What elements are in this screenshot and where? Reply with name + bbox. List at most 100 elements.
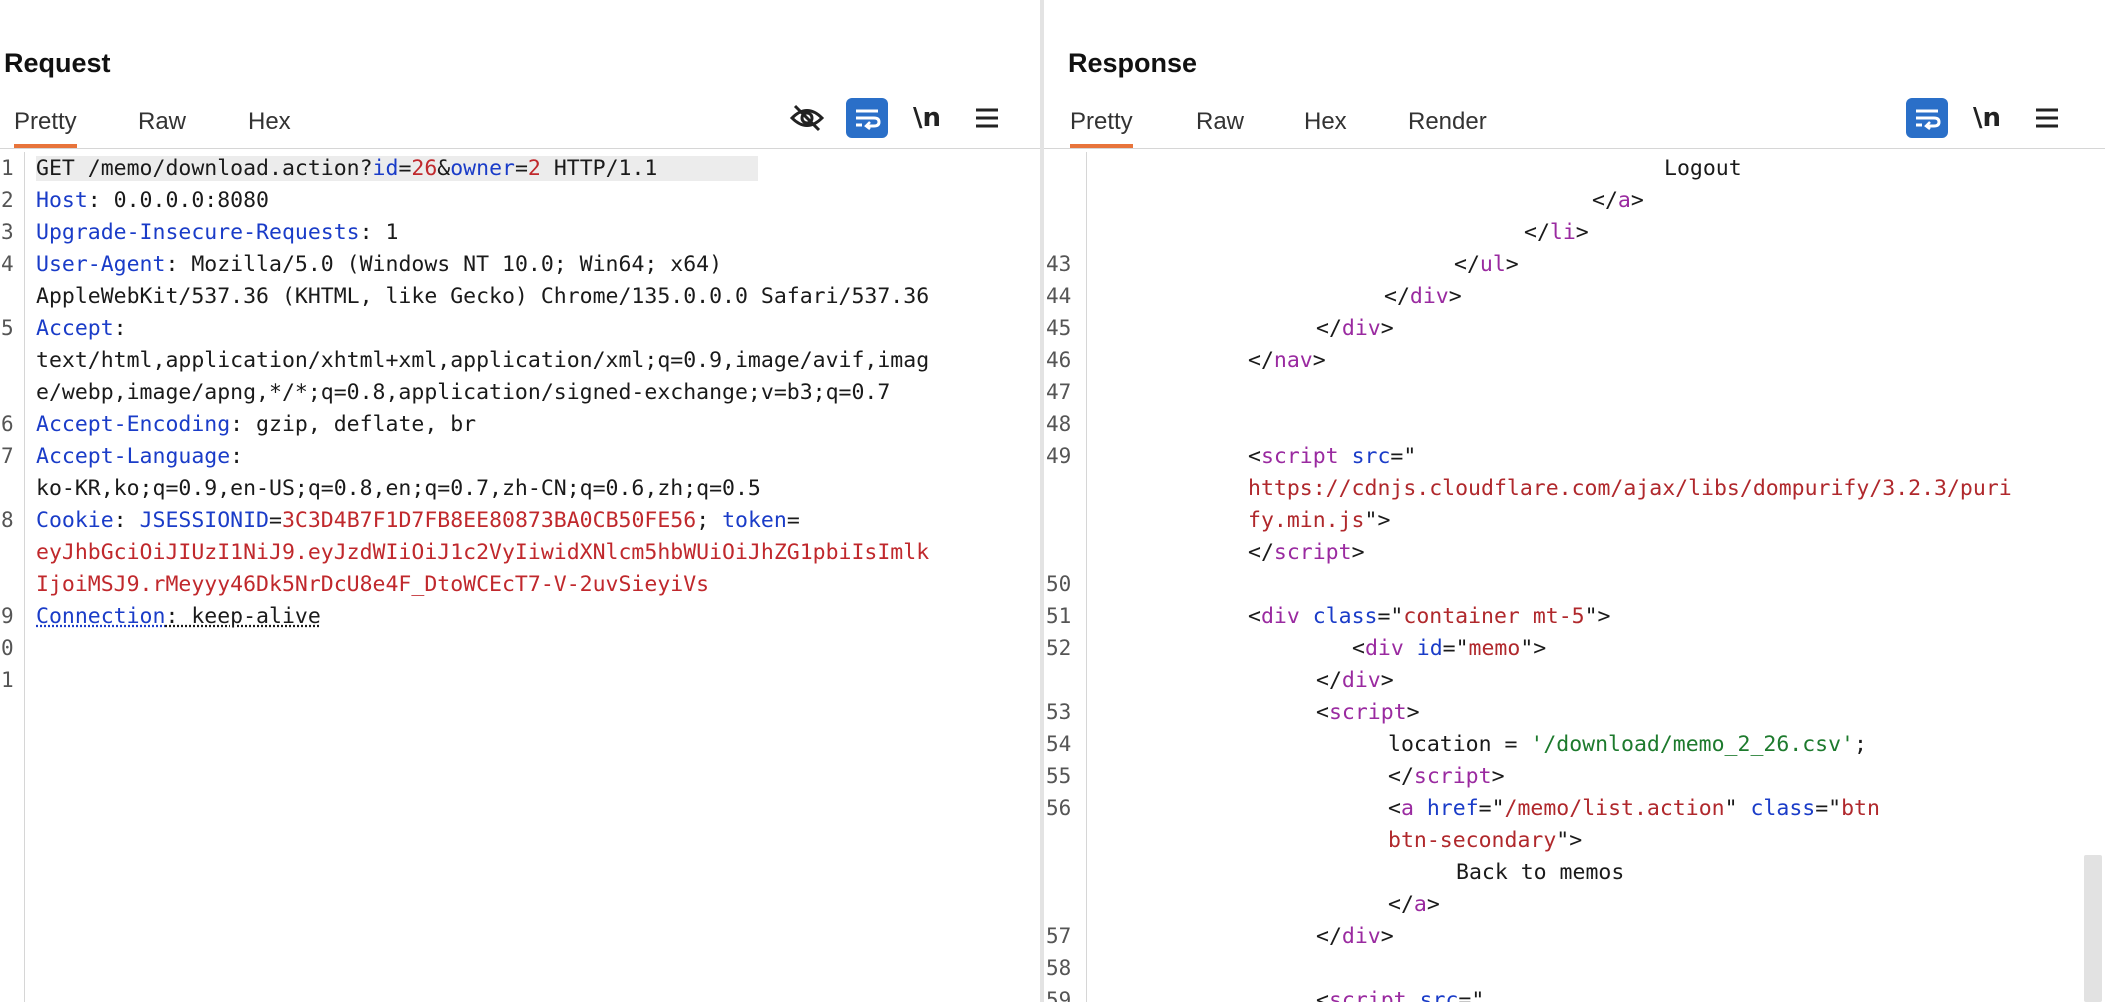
request-pane: Request Pretty Raw Hex \n GET /memo/down… <box>0 0 1040 1002</box>
response-code-token: > <box>1351 540 1365 565</box>
response-line-number: 44 <box>1046 284 1072 308</box>
response-code-token: class <box>1750 796 1816 821</box>
response-title: Response <box>1068 48 1198 78</box>
request-code-line: GET /memo/download.action?id=26&owner=2 … <box>36 156 758 181</box>
response-code-line: </nav> <box>1248 348 1326 373</box>
request-code-token: GET /memo/download.action? <box>36 156 373 181</box>
response-code-token: =" <box>1377 604 1404 629</box>
response-line-number: 52 <box>1046 636 1072 660</box>
response-line-number: 45 <box>1046 316 1072 340</box>
response-wrap-button[interactable] <box>1906 98 1948 138</box>
response-line-number: 54 <box>1046 732 1072 756</box>
request-code-token: = <box>786 508 800 533</box>
response-code-token: > <box>1630 188 1644 213</box>
request-code-token: 26 <box>411 156 438 181</box>
request-code-line: ko-KR,ko;q=0.9,en-US;q=0.8,en;q=0.7,zh-C… <box>36 476 761 501</box>
hide-toggle-button[interactable] <box>786 98 828 138</box>
request-code-token: Connection <box>36 604 166 629</box>
request-code-token: : 1 <box>359 220 399 245</box>
request-editor[interactable]: GET /memo/download.action?id=26&owner=2 … <box>0 152 1040 1002</box>
request-code-token: : gzip, deflate, br <box>230 412 477 437</box>
response-code-token: </ <box>1524 220 1550 245</box>
request-newline-button[interactable]: \n <box>906 98 948 138</box>
wrap-lines-icon <box>1916 109 1941 130</box>
response-code-token: =" <box>1458 988 1485 1002</box>
response-code-token: https://cdnjs.cloudflare.com/ajax/libs/d… <box>1248 476 2012 501</box>
response-code-token: </ <box>1316 924 1342 949</box>
response-code-token: < <box>1388 796 1401 821</box>
newline-icon: \n <box>1972 103 2001 133</box>
request-code-token: ko-KR,ko;q=0.9,en-US;q=0.8,en;q=0.7,zh-C… <box>36 476 761 501</box>
request-code-token: owner <box>450 156 515 181</box>
response-code-token: </ <box>1248 540 1274 565</box>
request-code-token: : 0.0.0.0:8080 <box>87 188 269 213</box>
response-newline-button[interactable]: \n <box>1966 98 2008 138</box>
response-code-token: div <box>1341 924 1381 949</box>
tab-request-raw[interactable]: Raw <box>138 108 186 144</box>
request-code-token: : keep-alive <box>165 604 321 629</box>
response-line-number: 48 <box>1046 412 1072 436</box>
response-editor[interactable]: Logout </a> </li> </ul> </div> </div> </nav> <s… <box>1044 152 2105 1002</box>
response-code-token: ul <box>1479 252 1506 277</box>
response-code-token: Logout <box>1664 156 1742 181</box>
response-code-token: </ <box>1384 284 1410 309</box>
request-code-token: Upgrade-Insecure-Requests <box>36 220 360 245</box>
response-code-token: nav <box>1273 348 1313 373</box>
request-code-token: : Mozilla/5.0 (Windows NT 10.0; Win64; x… <box>165 252 723 277</box>
request-line-number: 1 <box>1 156 14 180</box>
request-line-number: 0 <box>1 636 14 660</box>
request-code-token: : <box>113 508 140 533</box>
response-code-token: src <box>1419 988 1459 1002</box>
tab-response-render[interactable]: Render <box>1408 108 1487 144</box>
request-code-token: Accept-Encoding <box>36 412 231 437</box>
request-line-number: 1 <box>1 668 14 692</box>
response-code-token: </ <box>1388 892 1414 917</box>
hamburger-menu-icon <box>2036 108 2058 128</box>
request-line-number: 6 <box>1 412 14 436</box>
response-code-token <box>1407 988 1420 1002</box>
tab-response-pretty[interactable]: Pretty <box>1070 108 1133 148</box>
response-code-token: btn <box>1841 796 1880 821</box>
response-code-token: memo <box>1468 636 1521 661</box>
response-menu-button[interactable] <box>2026 98 2068 138</box>
request-menu-button[interactable] <box>966 98 1008 138</box>
request-code-line: Upgrade-Insecure-Requests: 1 <box>36 220 398 245</box>
request-code-token: = <box>398 156 412 181</box>
response-code-token: =" <box>1442 636 1469 661</box>
response-line-number: 56 <box>1046 796 1072 820</box>
tab-response-hex[interactable]: Hex <box>1304 108 1347 144</box>
response-code-token <box>1404 636 1417 661</box>
response-code-token: > <box>1575 220 1589 245</box>
response-code-token: </ <box>1388 764 1414 789</box>
request-code-line: AppleWebKit/537.36 (KHTML, like Gecko) C… <box>36 284 929 309</box>
response-code-token: script <box>1328 988 1407 1002</box>
response-scrollbar[interactable] <box>2084 855 2102 1002</box>
response-code-line: </script> <box>1248 540 1365 565</box>
tab-request-pretty[interactable]: Pretty <box>14 108 77 148</box>
response-code-token: < <box>1352 636 1365 661</box>
response-code-token: '/download/memo_2_26.csv' <box>1530 732 1854 757</box>
response-line-number: 51 <box>1046 604 1072 628</box>
response-code-token: > <box>1426 892 1440 917</box>
request-code-token: eyJhbGciOiJIUzI1NiJ9.eyJzdWIiOiJ1c2VyIiw… <box>36 540 930 565</box>
request-code-token: AppleWebKit/537.36 (KHTML, like Gecko) C… <box>36 284 930 309</box>
response-code-token: > <box>1380 924 1394 949</box>
response-code-token: /memo/list.action <box>1504 796 1725 821</box>
response-code-token: =" <box>1478 796 1505 821</box>
request-code-token: ; <box>696 508 723 533</box>
tab-request-hex[interactable]: Hex <box>248 108 291 144</box>
response-code-line: Back to memos <box>1456 860 1624 885</box>
response-code-token: > <box>1380 668 1394 693</box>
response-code-line: <script src=" <box>1248 444 1416 469</box>
response-code-line: <div class="container mt-5"> <box>1248 604 1610 629</box>
response-code-line: Logout <box>1664 156 1742 181</box>
response-code-token: " <box>1724 796 1751 821</box>
response-code-token: script <box>1328 700 1407 725</box>
request-wrap-button[interactable] <box>846 98 888 138</box>
response-line-number: 47 <box>1046 380 1072 404</box>
request-code-token: text/html,application/xhtml+xml,applicat… <box>36 348 930 373</box>
response-code-line: </a> <box>1592 188 1644 213</box>
response-code-token: class <box>1312 604 1378 629</box>
response-line-number: 59 <box>1046 988 1072 1002</box>
tab-response-raw[interactable]: Raw <box>1196 108 1244 144</box>
